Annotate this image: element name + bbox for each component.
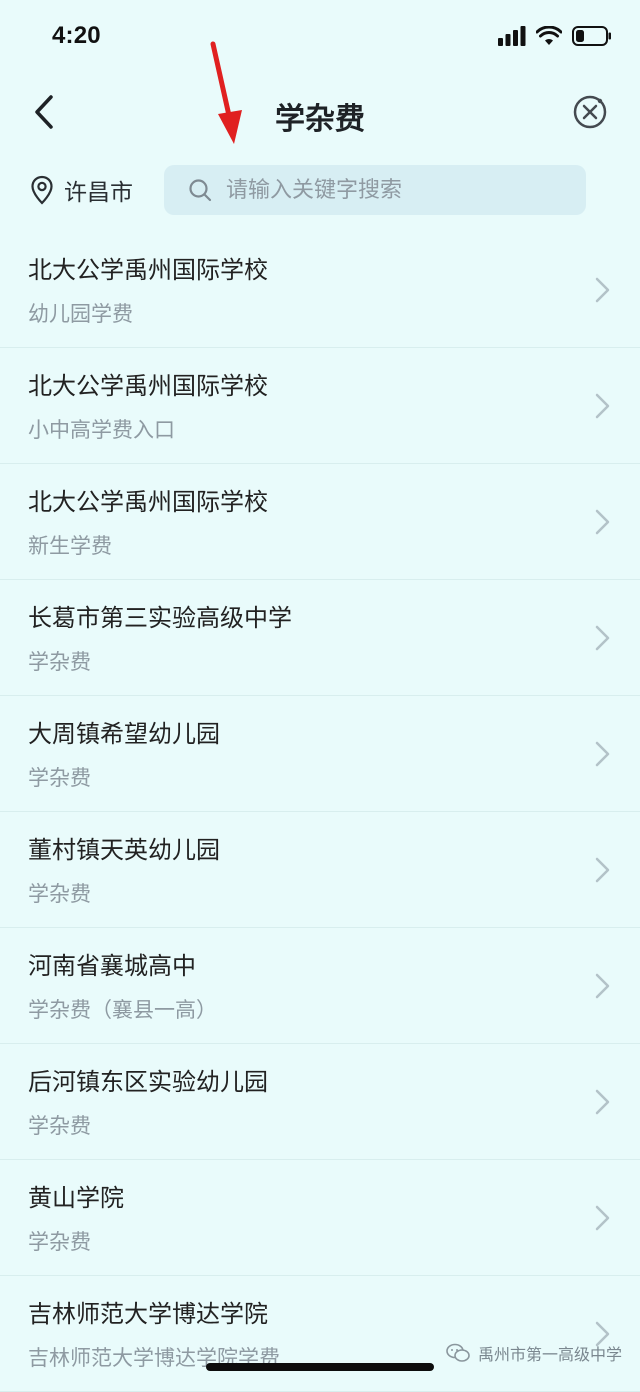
item-title: 黄山学院: [28, 1184, 124, 1212]
search-icon: [189, 179, 212, 202]
item-subtitle: 小中高学费入口: [28, 418, 175, 442]
item-subtitle: 学杂费: [28, 882, 91, 906]
status-time: 4:20: [52, 22, 101, 49]
item-subtitle: 学杂费: [28, 650, 91, 674]
list-item[interactable]: 吉林师范大学博达学院 吉林师范大学博达学院学费: [0, 1276, 640, 1392]
item-subtitle: 新生学费: [28, 534, 112, 558]
list-item[interactable]: 长葛市第三实验高级中学 学杂费: [0, 580, 640, 696]
chevron-right-icon: [595, 1205, 610, 1231]
wifi-icon: [535, 25, 563, 50]
chevron-right-icon: [595, 509, 610, 535]
chevron-right-icon: [595, 1089, 610, 1115]
list-item[interactable]: 北大公学禹州国际学校 新生学费: [0, 464, 640, 580]
chevron-right-icon: [595, 277, 610, 303]
list-item[interactable]: 北大公学禹州国际学校 小中高学费入口: [0, 348, 640, 464]
item-title: 北大公学禹州国际学校: [28, 488, 268, 516]
chevron-right-icon: [595, 393, 610, 419]
list-item[interactable]: 后河镇东区实验幼儿园 学杂费: [0, 1044, 640, 1160]
chevron-right-icon: [595, 857, 610, 883]
chevron-right-icon: [595, 973, 610, 999]
item-title: 后河镇东区实验幼儿园: [28, 1068, 268, 1096]
list-item[interactable]: 河南省襄城高中 学杂费（襄县一高）: [0, 928, 640, 1044]
location-city: 许昌市: [64, 180, 133, 206]
status-icons: [498, 25, 612, 50]
chevron-right-icon: [595, 741, 610, 767]
watermark-text: 禹州市第一高级中学: [477, 1345, 622, 1364]
item-title: 河南省襄城高中: [28, 952, 196, 980]
item-subtitle: 幼儿园学费: [28, 302, 133, 326]
location-pin-icon: [31, 175, 53, 205]
battery-icon: [572, 26, 612, 50]
list-item[interactable]: 黄山学院 学杂费: [0, 1160, 640, 1276]
search-box[interactable]: [164, 165, 586, 215]
list-item[interactable]: 北大公学禹州国际学校 幼儿园学费: [0, 232, 640, 348]
school-list: 北大公学禹州国际学校 幼儿园学费 北大公学禹州国际学校 小中高学费入口 北大公学…: [0, 232, 640, 1392]
item-subtitle: 学杂费: [28, 1114, 91, 1138]
close-button[interactable]: [570, 92, 610, 132]
location-selector[interactable]: 许昌市: [30, 168, 133, 212]
item-subtitle: 学杂费: [28, 1230, 91, 1254]
home-indicator[interactable]: [206, 1363, 434, 1371]
status-bar: 4:20: [0, 0, 640, 76]
wechat-icon: [446, 1343, 470, 1362]
item-subtitle: 学杂费: [28, 766, 91, 790]
search-row: 许昌市: [0, 160, 640, 224]
watermark: 禹州市第一高级中学: [446, 1341, 622, 1365]
item-subtitle: 学杂费（襄县一高）: [28, 998, 217, 1022]
item-title: 董村镇天英幼儿园: [28, 836, 220, 864]
nav-bar: 学杂费: [0, 76, 640, 152]
item-title: 北大公学禹州国际学校: [28, 372, 268, 400]
item-title: 吉林师范大学博达学院: [28, 1300, 268, 1328]
item-title: 北大公学禹州国际学校: [28, 256, 268, 284]
item-title: 大周镇希望幼儿园: [28, 720, 220, 748]
list-item[interactable]: 董村镇天英幼儿园 学杂费: [0, 812, 640, 928]
list-item[interactable]: 大周镇希望幼儿园 学杂费: [0, 696, 640, 812]
chevron-right-icon: [595, 625, 610, 651]
item-title: 长葛市第三实验高级中学: [28, 604, 292, 632]
search-input[interactable]: [224, 176, 568, 204]
close-circle-icon: [573, 95, 607, 129]
cellular-signal-icon: [498, 26, 526, 50]
page-title: 学杂费: [275, 102, 365, 137]
